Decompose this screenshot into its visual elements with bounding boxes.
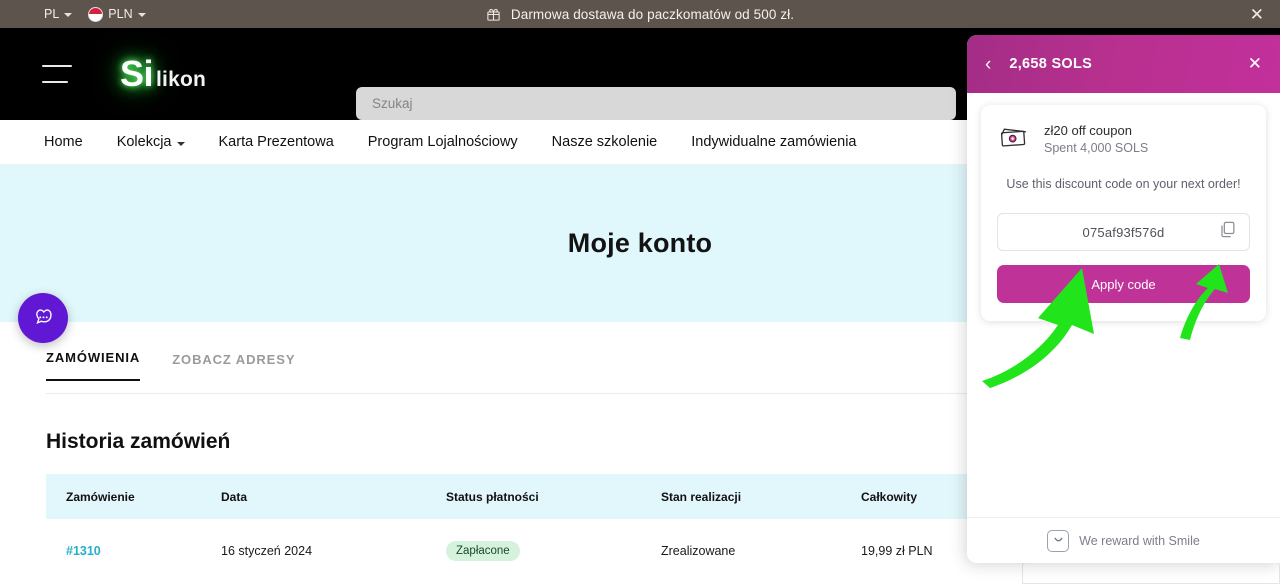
coupon-title: zł20 off coupon [1044, 123, 1132, 138]
chevron-down-icon [64, 13, 73, 17]
rewards-panel-footer: We reward with Smile [967, 517, 1280, 563]
cell-date: 16 styczeń 2024 [221, 544, 313, 558]
promo-message: Darmowa dostawa do paczkomatów od 500 zł… [510, 6, 795, 22]
banknotes-icon [997, 124, 1030, 155]
close-icon[interactable]: ✕ [1248, 54, 1262, 74]
cell-payment-status: Zapłacone [446, 541, 661, 561]
hamburger-icon[interactable] [42, 65, 72, 83]
status-badge: Zapłacone [446, 541, 520, 561]
search-input[interactable]: Szukaj [356, 87, 956, 120]
coupon-subtitle: Spent 4,000 SOLS [1044, 141, 1149, 155]
nav-item-home[interactable]: Home [44, 134, 83, 150]
promo-close-icon[interactable]: ✕ [1250, 0, 1264, 28]
logo-primary-text: Si [120, 53, 154, 94]
site-logo[interactable]: Si likon [120, 53, 206, 95]
nav-label: Karta Prezentowa [218, 134, 334, 150]
promo-bar: PL PLN Darmowa dostawa do paczkomatów od… [0, 0, 1280, 28]
rewards-panel-body: zł20 off coupon Spent 4,000 SOLS Use thi… [967, 93, 1280, 517]
language-label: PL [44, 7, 60, 21]
cell-order: #1310 [46, 544, 221, 558]
promo-message-wrap: Darmowa dostawa do paczkomatów od 500 zł… [0, 0, 1280, 28]
column-header-date: Data [221, 489, 248, 504]
nav-item-kolekcja[interactable]: Kolekcja [117, 134, 185, 150]
nav-label: Program Lojalnościowy [367, 134, 518, 150]
column-header-payment-status: Status płatności [446, 489, 539, 504]
language-selector[interactable]: PL [44, 7, 73, 21]
coupon-text-block: zł20 off coupon Spent 4,000 SOLS [1044, 123, 1148, 155]
page-root: PL PLN Darmowa dostawa do paczkomatów od… [0, 0, 1280, 584]
account-tabs: ZAMÓWIENIA ZOBACZ ADRESY [46, 350, 295, 381]
logo-secondary-text: likon [156, 68, 207, 91]
search-placeholder: Szukaj [372, 96, 413, 111]
nav-item-nasze-szkolenie[interactable]: Nasze szkolenie [552, 134, 658, 150]
gift-icon [486, 7, 501, 22]
nav-item-indywidualne-zamowienia[interactable]: Indywidualne zamówienia [691, 134, 856, 150]
flag-pl-icon [88, 6, 104, 22]
tab-zobacz-adresy[interactable]: ZOBACZ ADRESY [172, 352, 295, 381]
discount-code-field[interactable]: 075af93f576d [997, 213, 1250, 251]
column-header-order: Zamówienie [66, 489, 135, 504]
chevron-down-icon [176, 141, 185, 146]
tab-zamowienia[interactable]: ZAMÓWIENIA [46, 350, 141, 381]
chat-bubble-icon[interactable] [18, 293, 68, 343]
order-link[interactable]: #1310 [66, 544, 101, 558]
coupon-header: zł20 off coupon Spent 4,000 SOLS [997, 123, 1250, 155]
tab-label: ZAMÓWIENIA [46, 350, 141, 365]
rewards-panel: ‹ 2,658 SOLS ✕ zł20 off coupon Spent 4,0… [967, 35, 1280, 563]
currency-selector[interactable]: PLN [88, 6, 146, 22]
chevron-down-icon [137, 13, 146, 17]
nav-label: Kolekcja [116, 134, 172, 150]
nav-label: Home [44, 134, 83, 150]
smile-badge-icon [1047, 529, 1070, 552]
apply-code-button[interactable]: Apply code [997, 265, 1250, 303]
cell-fulfillment: Zrealizowane [661, 544, 736, 558]
currency-label: PLN [108, 7, 133, 21]
nav-label: Indywidualne zamówienia [691, 134, 857, 150]
nav-item-program-lojalnosciowy[interactable]: Program Lojalnościowy [368, 134, 518, 150]
coupon-message: Use this discount code on your next orde… [1006, 177, 1241, 191]
column-header-fulfillment: Stan realizacji [661, 489, 742, 504]
nav-label: Nasze szkolenie [551, 134, 658, 150]
discount-code-value: 075af93f576d [1082, 224, 1165, 240]
copy-icon[interactable] [1218, 220, 1237, 244]
page-title: Moje konto [567, 228, 713, 258]
coupon-card: zł20 off coupon Spent 4,000 SOLS Use thi… [981, 105, 1266, 321]
points-balance: 2,658 SOLS [1009, 56, 1093, 72]
promo-bar-selectors: PL PLN [0, 6, 146, 22]
tab-label: ZOBACZ ADRESY [172, 352, 296, 367]
background-card-cutoff [1022, 562, 1280, 584]
chevron-left-icon[interactable]: ‹ [985, 55, 991, 74]
section-title: Historia zamówień [46, 430, 231, 453]
nav-item-karta-prezentowa[interactable]: Karta Prezentowa [219, 134, 334, 150]
rewards-panel-header: ‹ 2,658 SOLS ✕ [967, 35, 1280, 93]
footer-label: We reward with Smile [1079, 533, 1200, 548]
